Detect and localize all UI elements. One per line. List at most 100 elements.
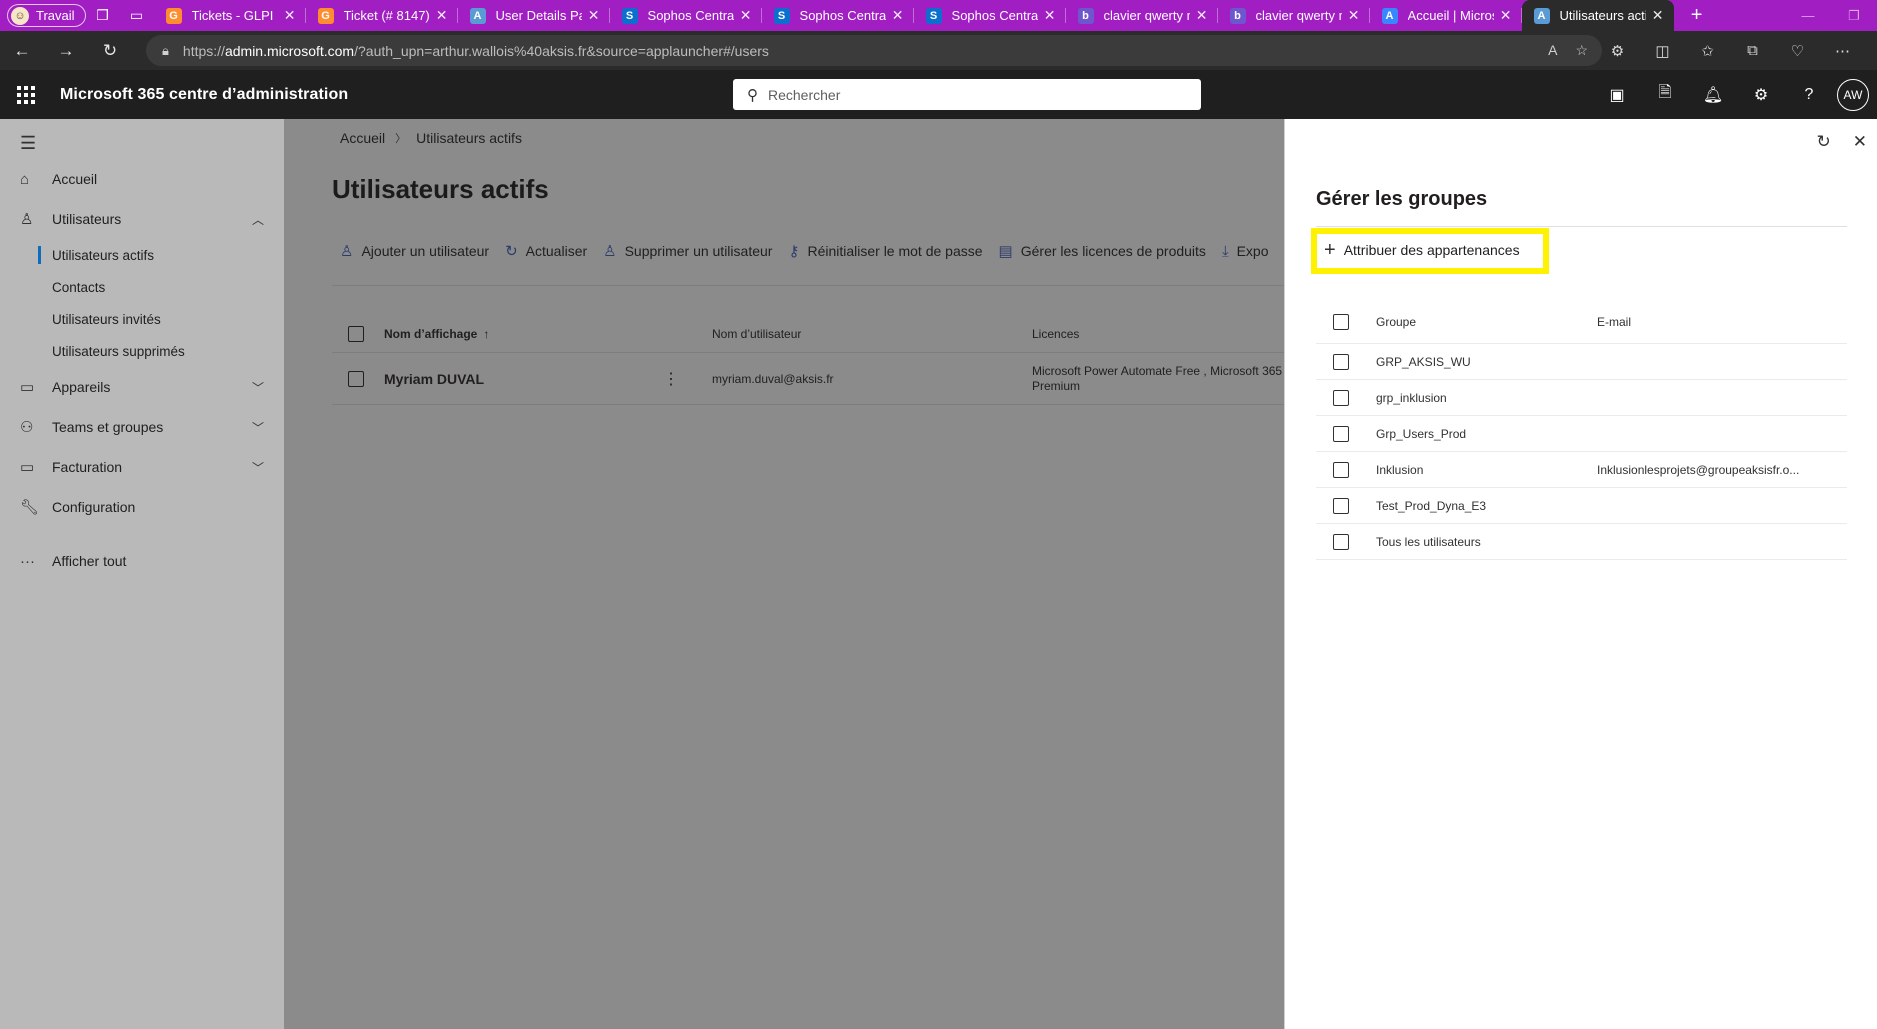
- browser-tab[interactable]: A Accueil | Micros ✕: [1370, 0, 1522, 31]
- more-actions-icon[interactable]: ⋮: [663, 369, 679, 389]
- nav-show-all-label: Afficher tout: [52, 553, 127, 569]
- profile-button[interactable]: ☺ Travail: [7, 4, 86, 27]
- groups-table-header: Groupe E-mail: [1316, 301, 1847, 344]
- tab-close-icon[interactable]: ✕: [1196, 7, 1208, 24]
- split-screen-icon[interactable]: ◫: [1640, 42, 1685, 60]
- group-email: Inklusionlesprojets@groupeaksisfr.o...: [1597, 462, 1800, 477]
- select-all-checkbox[interactable]: [348, 325, 364, 342]
- group-row[interactable]: Test_Prod_Dyna_E3: [1316, 488, 1847, 524]
- group-row[interactable]: Tous les utilisateurs: [1316, 524, 1847, 560]
- group-row[interactable]: grp_inklusion: [1316, 380, 1847, 416]
- group-checkbox[interactable]: [1333, 425, 1349, 442]
- key-icon: ⚷: [788, 243, 800, 260]
- reload-icon[interactable]: ↻: [88, 31, 132, 70]
- refresh-button[interactable]: ↻ Actualiser: [505, 242, 587, 260]
- favorite-star-icon[interactable]: ☆: [1575, 42, 1588, 59]
- browser-tab[interactable]: S Sophos Central ✕: [914, 0, 1066, 31]
- column-licenses[interactable]: Licences: [1032, 327, 1079, 341]
- forward-icon[interactable]: →: [44, 31, 88, 70]
- group-row[interactable]: GRP_AKSIS_WU: [1316, 344, 1847, 380]
- group-row[interactable]: Inklusion Inklusionlesprojets@groupeaksis…: [1316, 452, 1847, 488]
- nav-item-devices[interactable]: ▭ Appareils ﹀: [0, 369, 284, 405]
- workspaces-icon[interactable]: ❐: [86, 0, 120, 31]
- user-avatar[interactable]: AW: [1837, 78, 1869, 111]
- delete-user-button[interactable]: ♙ Supprimer un utilisateur: [603, 242, 772, 260]
- tab-actions-icon[interactable]: ▭: [120, 0, 154, 31]
- nav-sub-deleted-users[interactable]: Utilisateurs supprimés: [0, 335, 284, 367]
- browser-tab[interactable]: G Tickets - GLPI ✕: [154, 0, 306, 31]
- browser-tab[interactable]: S Sophos Central ✕: [610, 0, 762, 31]
- read-aloud-icon[interactable]: A: [1548, 42, 1557, 59]
- hamburger-menu-icon[interactable]: ☰: [20, 133, 36, 154]
- browser-tab[interactable]: A User Details Pane ✕: [458, 0, 610, 31]
- terminal-icon[interactable]: ▣: [1593, 85, 1641, 105]
- tab-close-icon[interactable]: ✕: [1652, 7, 1664, 24]
- clipboard-icon: ▤: [998, 243, 1013, 260]
- browser-tab[interactable]: G Ticket (# 8147) - ✕: [306, 0, 458, 31]
- row-checkbox[interactable]: [348, 370, 364, 387]
- nav-item-billing[interactable]: ▭ Facturation ﹀: [0, 449, 284, 485]
- nav-item-configuration[interactable]: 🔧︎ Configuration: [0, 489, 284, 525]
- tab-close-icon[interactable]: ✕: [892, 7, 904, 24]
- user-display-name[interactable]: Myriam DUVAL: [384, 371, 484, 387]
- browser-tab[interactable]: S Sophos Central ✕: [762, 0, 914, 31]
- nav-sub-active-users[interactable]: Utilisateurs actifs: [0, 239, 284, 271]
- group-checkbox[interactable]: [1333, 389, 1349, 406]
- group-checkbox[interactable]: [1333, 533, 1349, 550]
- nav-sub-contacts[interactable]: Contacts: [0, 271, 284, 303]
- group-checkbox[interactable]: [1333, 353, 1349, 370]
- column-group[interactable]: Groupe: [1376, 315, 1416, 329]
- reset-password-button[interactable]: ⚷ Réinitialiser le mot de passe: [788, 242, 982, 260]
- extensions-icon[interactable]: ⚙: [1595, 42, 1640, 60]
- document-icon[interactable]: 🗎︎: [1641, 81, 1689, 108]
- tab-close-icon[interactable]: ✕: [740, 7, 752, 24]
- minimize-icon[interactable]: —: [1785, 0, 1831, 31]
- notifications-icon[interactable]: 🔔︎: [1689, 85, 1737, 105]
- settings-gear-icon[interactable]: ⚙: [1737, 85, 1785, 105]
- tab-close-icon[interactable]: ✕: [1044, 7, 1056, 24]
- export-button[interactable]: ⤓ Expo: [1222, 243, 1269, 260]
- tab-title: Sophos Central: [799, 8, 886, 23]
- nav-item-users[interactable]: ♙ Utilisateurs ︿: [0, 201, 284, 237]
- performance-icon[interactable]: ♡: [1775, 42, 1820, 60]
- breadcrumb-home[interactable]: Accueil: [340, 130, 385, 146]
- group-checkbox[interactable]: [1333, 497, 1349, 514]
- back-icon[interactable]: ←: [0, 31, 44, 70]
- add-person-icon: ♙: [340, 243, 354, 260]
- search-input[interactable]: ⚲ Rechercher: [733, 79, 1201, 110]
- restore-icon[interactable]: ❐: [1831, 0, 1877, 31]
- url-field[interactable]: 🔒︎ https:// admin.microsoft.com /?auth_u…: [146, 35, 1602, 66]
- favorites-icon[interactable]: ✩: [1685, 42, 1730, 60]
- nav-sub-guest-users[interactable]: Utilisateurs invités: [0, 303, 284, 335]
- column-username[interactable]: Nom d’utilisateur: [712, 327, 801, 341]
- refresh-icon[interactable]: ↻: [1817, 132, 1831, 152]
- manage-licenses-button[interactable]: ▤ Gérer les licences de produits: [999, 242, 1206, 260]
- tab-close-icon[interactable]: ✕: [436, 7, 448, 24]
- assign-memberships-button[interactable]: + Attribuer des appartenances: [1324, 240, 1520, 260]
- browser-tab[interactable]: b clavier qwerty m ✕: [1218, 0, 1370, 31]
- group-row[interactable]: Grp_Users_Prod: [1316, 416, 1847, 452]
- table-row[interactable]: Myriam DUVAL ⋮ myriam.duval@aksis.fr Mic…: [332, 353, 1284, 405]
- browser-tab[interactable]: A Utilisateurs actif ✕: [1521, 0, 1674, 31]
- nav-item-home[interactable]: ⌂ Accueil: [0, 161, 284, 197]
- nav-item-teams[interactable]: ⚇ Teams et groupes ﹀: [0, 409, 284, 445]
- column-email[interactable]: E-mail: [1597, 315, 1631, 329]
- help-icon[interactable]: ?: [1785, 86, 1833, 104]
- group-checkbox[interactable]: [1333, 461, 1349, 478]
- browser-tab[interactable]: b clavier qwerty m ✕: [1066, 0, 1218, 31]
- close-icon[interactable]: ✕: [1853, 132, 1867, 152]
- new-tab-button[interactable]: +: [1680, 0, 1714, 31]
- tab-close-icon[interactable]: ✕: [284, 7, 296, 24]
- tab-close-icon[interactable]: ✕: [1500, 7, 1512, 24]
- nav-item-show-all[interactable]: ··· Afficher tout: [0, 543, 284, 579]
- chevron-down-icon: ﹀: [251, 460, 264, 475]
- tab-close-icon[interactable]: ✕: [588, 7, 600, 24]
- column-display-name[interactable]: Nom d’affichage ↑: [384, 327, 489, 341]
- app-launcher-icon[interactable]: [0, 70, 52, 119]
- collections-icon[interactable]: ⧉: [1730, 42, 1775, 59]
- select-all-checkbox[interactable]: [1333, 314, 1349, 330]
- add-user-button[interactable]: ♙ Ajouter un utilisateur: [340, 242, 489, 260]
- more-menu-icon[interactable]: ⋯: [1820, 42, 1865, 60]
- tab-close-icon[interactable]: ✕: [1348, 7, 1360, 24]
- user-licenses-line1: Microsoft Power Automate Free , Microsof…: [1032, 363, 1283, 378]
